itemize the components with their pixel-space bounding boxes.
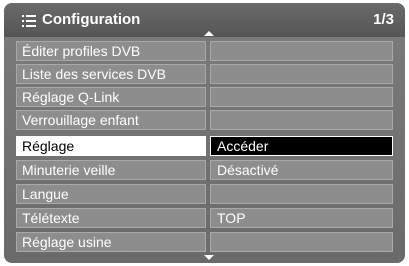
menu-row-langue[interactable]: Langue — [16, 184, 393, 204]
scroll-down-arrow-icon[interactable] — [204, 255, 214, 260]
menu-row-value — [210, 87, 393, 107]
menu-row-reglage-q-link[interactable]: Réglage Q-Link — [16, 87, 393, 107]
menu-row-reglage[interactable]: Réglage Accéder — [16, 136, 393, 156]
menu-row-teletexte[interactable]: Télétexte TOP — [16, 208, 393, 228]
scroll-up-arrow-icon[interactable] — [204, 31, 214, 36]
menu-row-verrouillage-enfant[interactable]: Verrouillage enfant — [16, 110, 393, 130]
configuration-menu: Configuration 1/3 Éditer profiles DVB Li… — [4, 3, 405, 263]
menu-row-label: Liste des services DVB — [16, 64, 206, 84]
menu-row-label: Langue — [16, 184, 206, 204]
menu-row-value[interactable]: Accéder — [210, 136, 393, 156]
menu-row-label: Minuterie veille — [16, 160, 206, 180]
menu-row-value: Désactivé — [210, 160, 393, 180]
menu-row-label: Éditer profiles DVB — [16, 41, 206, 61]
menu-row-reglage-usine[interactable]: Réglage usine — [16, 232, 393, 252]
menu-row-label: Verrouillage enfant — [16, 110, 206, 130]
menu-row-label: Réglage Q-Link — [16, 87, 206, 107]
menu-row-value — [210, 110, 393, 130]
page-indicator: 1/3 — [373, 11, 394, 28]
menu-row-value — [210, 64, 393, 84]
menu-row-value — [210, 184, 393, 204]
menu-row-label: Réglage — [16, 136, 206, 156]
menu-row-editer-profiles-dvb[interactable]: Éditer profiles DVB — [16, 41, 393, 61]
menu-row-label: Télétexte — [16, 208, 206, 228]
menu-row-liste-des-services-dvb[interactable]: Liste des services DVB — [16, 64, 393, 84]
menu-list-icon — [22, 15, 36, 27]
menu-row-value — [210, 41, 393, 61]
menu-row-minuterie-veille[interactable]: Minuterie veille Désactivé — [16, 160, 393, 180]
menu-row-label: Réglage usine — [16, 232, 206, 252]
menu-row-value — [210, 232, 393, 252]
tv-screen: Configuration 1/3 Éditer profiles DVB Li… — [0, 0, 409, 266]
menu-row-value: TOP — [210, 208, 393, 228]
menu-title: Configuration — [42, 11, 141, 28]
